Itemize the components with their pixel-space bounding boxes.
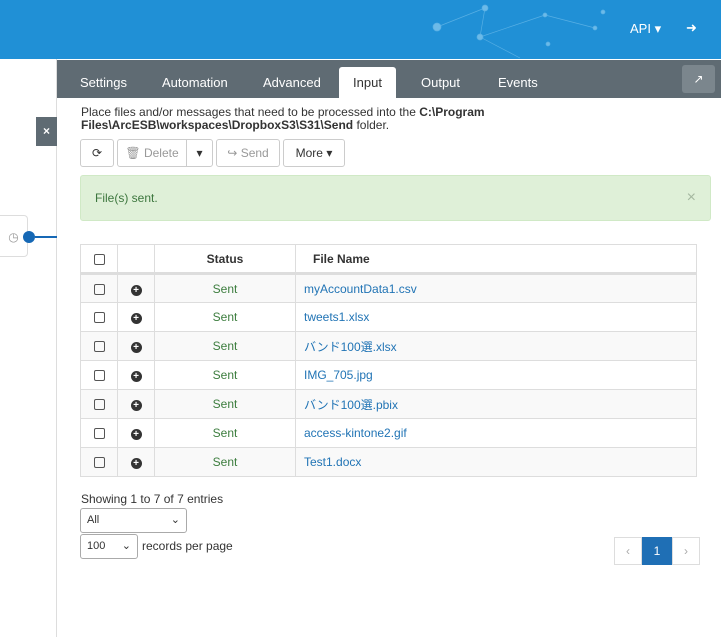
table-row: + Sent IMG_705.jpg (80, 360, 697, 390)
row-checkbox[interactable] (80, 418, 118, 448)
expand-row-icon[interactable]: + (117, 302, 155, 332)
send-button[interactable]: ↪ Send (216, 139, 280, 167)
page-size-label: records per page (142, 539, 233, 553)
table-row: + Sent Test1.docx (80, 447, 697, 477)
table-info: Showing 1 to 7 of 7 entries (81, 492, 224, 506)
prev-page-button[interactable]: ‹ (614, 537, 642, 565)
expand-row-icon[interactable]: + (117, 447, 155, 477)
tab-input[interactable]: Input (339, 67, 396, 98)
file-link[interactable]: myAccountData1.csv (295, 273, 697, 303)
status-header[interactable]: Status (154, 244, 296, 275)
page-1-button[interactable]: 1 (642, 537, 672, 565)
status-cell: Sent (154, 418, 296, 448)
connector-line (35, 236, 57, 238)
expand-row-icon[interactable]: + (117, 360, 155, 390)
tab-events[interactable]: Events (486, 67, 550, 98)
tab-settings[interactable]: Settings (68, 67, 139, 98)
delete-button[interactable]: 🗑 Delete (117, 139, 187, 167)
table-row: + Sent myAccountData1.csv (80, 273, 697, 303)
sign-out-icon[interactable]: ➜ (686, 20, 697, 36)
network-decoration (432, 4, 606, 59)
status-cell: Sent (154, 302, 296, 332)
status-cell: Sent (154, 273, 296, 303)
clock-icon: ◷ (8, 230, 19, 244)
close-panel-button[interactable]: × (36, 117, 57, 146)
tab-output[interactable]: Output (409, 67, 472, 98)
status-cell: Sent (154, 360, 296, 390)
tab-advanced[interactable]: Advanced (251, 67, 333, 98)
connector-port[interactable] (23, 231, 35, 243)
status-cell: Sent (154, 447, 296, 477)
row-checkbox[interactable] (80, 360, 118, 390)
table-row: + Sent バンド100選.pbix (80, 389, 697, 419)
trash-icon: 🗑 (125, 146, 141, 160)
delete-dropdown-button[interactable]: ▾ (186, 139, 213, 167)
row-checkbox[interactable] (80, 331, 118, 361)
select-all-checkbox[interactable] (80, 244, 118, 275)
file-link[interactable]: IMG_705.jpg (295, 360, 697, 390)
files-table: Status File Name + Sent myAccountData1.c… (80, 244, 697, 477)
header-bar: API ▾ ➜ (0, 0, 721, 59)
folder-description: Place files and/or messages that need to… (81, 105, 485, 132)
file-link[interactable]: Test1.docx (295, 447, 697, 477)
table-row: + Sent tweets1.xlsx (80, 302, 697, 332)
row-checkbox[interactable] (80, 447, 118, 477)
file-link[interactable]: access-kintone2.gif (295, 418, 697, 448)
expand-row-icon[interactable]: + (117, 273, 155, 303)
table-row: + Sent バンド100選.xlsx (80, 331, 697, 361)
file-link[interactable]: バンド100選.xlsx (295, 331, 697, 361)
row-checkbox[interactable] (80, 389, 118, 419)
file-link[interactable]: バンド100選.pbix (295, 389, 697, 419)
refresh-icon: ⟳ (91, 146, 103, 160)
file-link[interactable]: tweets1.xlsx (295, 302, 697, 332)
status-cell: Sent (154, 331, 296, 361)
api-menu[interactable]: API ▾ (630, 21, 661, 37)
row-checkbox[interactable] (80, 273, 118, 303)
expand-row-icon[interactable]: + (117, 331, 155, 361)
share-icon: ↪ (227, 146, 238, 160)
table-row: + Sent access-kintone2.gif (80, 418, 697, 448)
expand-row-icon[interactable]: + (117, 389, 155, 419)
tab-automation[interactable]: Automation (150, 67, 240, 98)
alert-text: File(s) sent. (95, 191, 158, 205)
filename-header[interactable]: File Name (295, 244, 697, 275)
tab-bar: Settings Automation Advanced Input Outpu… (57, 60, 721, 98)
more-button[interactable]: More ▾ (283, 139, 345, 167)
next-page-button[interactable]: › (672, 537, 700, 565)
popout-icon[interactable]: ↗ (682, 65, 715, 93)
pagination: ‹ 1 › (614, 537, 700, 565)
close-icon[interactable]: × (687, 176, 696, 220)
success-alert: File(s) sent. × (80, 175, 711, 221)
filter-select[interactable]: All ⌄ (80, 508, 187, 533)
row-checkbox[interactable] (80, 302, 118, 332)
expand-row-icon[interactable]: + (117, 418, 155, 448)
page-size-select[interactable]: 100 ⌄ (80, 534, 138, 559)
status-cell: Sent (154, 389, 296, 419)
refresh-button[interactable]: ⟳ (80, 139, 114, 167)
